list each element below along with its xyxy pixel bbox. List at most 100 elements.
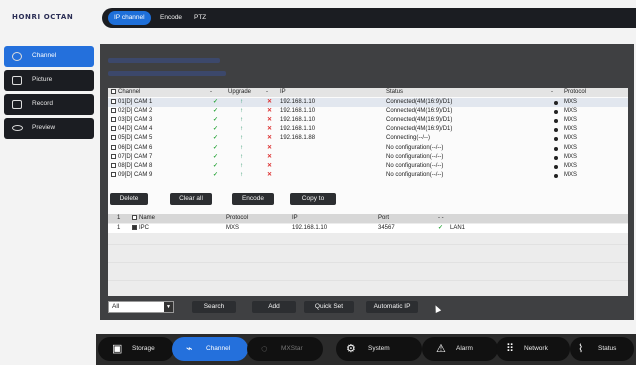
storage-icon: ▣ [112, 343, 123, 355]
channel-name: 03[D] CAM 3 [118, 117, 153, 124]
delete-button[interactable]: Delete [110, 193, 148, 205]
row-checkbox[interactable] [111, 108, 116, 114]
channel-icon: ⌁ [186, 343, 193, 355]
copy-to-button[interactable]: Copy to [290, 193, 336, 205]
table-row[interactable]: 09[D] CAM 9 ✓ ↑ ✕ No configuration(--/--) MXS [108, 171, 628, 180]
table-row[interactable]: 1 IPC MXS 192.168.1.10 34567 ✓ LAN1 [108, 224, 628, 234]
nav-network[interactable]: ⠿ Network [496, 337, 570, 361]
channel-icon [12, 52, 22, 61]
row-checkbox[interactable] [111, 99, 116, 104]
channel-name: 05[D] CAM 5 [118, 135, 153, 142]
upgrade-arrow-icon[interactable]: ↑ [240, 134, 243, 143]
tab-ip-channel[interactable]: IP channel [108, 11, 151, 25]
col-dash: - [551, 89, 553, 95]
channel-name: 07[D] CAM 7 [118, 153, 153, 160]
check-icon[interactable]: ✓ [213, 171, 218, 180]
row-checkbox[interactable] [111, 117, 116, 123]
table-row[interactable]: 02[D] CAM 2 ✓ ↑ ✕ 192.168.1.10 Connected(4M(1… [108, 107, 628, 116]
col-channel: Channel [118, 89, 141, 95]
channel-protocol: MXS [564, 135, 578, 142]
sidebar-item-picture[interactable]: Picture [4, 70, 94, 91]
delete-x-icon[interactable]: ✕ [267, 98, 272, 107]
quick-set-button[interactable]: Quick Set [304, 301, 354, 313]
upgrade-arrow-icon[interactable]: ↑ [240, 107, 243, 116]
channel-status: No configuration(--/--) [386, 171, 444, 178]
table-row[interactable]: 07[D] CAM 7 ✓ ↑ ✕ No configuration(--/--) MXS [108, 153, 628, 162]
sidebar-item-preview[interactable]: Preview [4, 118, 94, 139]
table-row[interactable]: 08[D] CAM 8 ✓ ↑ ✕ No configuration(--/--) MXS [108, 162, 628, 171]
sidebar-item-record[interactable]: Record [4, 94, 94, 115]
nav-mxstar[interactable]: ◌ MXStar [247, 337, 323, 361]
delete-x-icon[interactable]: ✕ [267, 107, 272, 116]
automatic-ip-button[interactable]: Automatic IP [366, 301, 418, 313]
nav-status[interactable]: ⌇ Status [570, 337, 634, 361]
upgrade-arrow-icon[interactable]: ↑ [240, 116, 243, 125]
col-ip: IP [280, 89, 286, 95]
device-num: 1 [117, 225, 121, 231]
row-checkbox[interactable] [111, 126, 116, 132]
upgrade-arrow-icon[interactable]: ↑ [240, 125, 243, 134]
row-checkbox[interactable] [111, 153, 116, 159]
channel-protocol: MXS [564, 144, 578, 151]
delete-x-icon[interactable]: ✕ [267, 162, 272, 171]
tab-ptz[interactable]: PTZ [188, 11, 212, 25]
blurred-header-line [108, 71, 226, 76]
channel-status: No configuration(--/--) [386, 162, 444, 169]
table-row[interactable]: 04[D] CAM 4 ✓ ↑ ✕ 192.168.1.10 Connected(4M(1… [108, 125, 628, 134]
channel-name: 02[D] CAM 2 [118, 108, 153, 115]
channel-status: Connected(4M(16:9)/D1) [386, 99, 453, 105]
row-checkbox[interactable] [132, 225, 137, 230]
nav-storage[interactable]: ▣ Storage [98, 337, 174, 361]
table-row[interactable]: 01[D] CAM 1 ✓ ↑ ✕ 192.168.1.10 Connected(4M(1… [108, 98, 628, 108]
upgrade-arrow-icon[interactable]: ↑ [240, 144, 243, 153]
check-icon[interactable]: ✓ [213, 107, 218, 116]
encode-button[interactable]: Encode [232, 193, 274, 205]
add-button[interactable]: Add [252, 301, 296, 313]
sidebar-item-channel[interactable]: Channel [4, 46, 94, 67]
upgrade-arrow-icon[interactable]: ↑ [240, 171, 243, 180]
delete-x-icon[interactable]: ✕ [267, 116, 272, 125]
table-row[interactable]: 03[D] CAM 3 ✓ ↑ ✕ 192.168.1.10 Connected(4M(1… [108, 116, 628, 125]
col-extra: - - [438, 215, 444, 221]
check-icon[interactable]: ✓ [213, 98, 218, 107]
row-checkbox[interactable] [111, 171, 116, 177]
check-icon[interactable]: ✓ [213, 125, 218, 134]
clear-all-button[interactable]: Clear all [170, 193, 212, 205]
filter-select[interactable]: All ▼ [108, 301, 174, 313]
select-all-devices-checkbox[interactable] [132, 215, 137, 220]
delete-x-icon[interactable]: ✕ [267, 153, 272, 162]
delete-x-icon[interactable]: ✕ [267, 171, 272, 180]
nav-label: Network [524, 345, 548, 352]
check-icon[interactable]: ✓ [213, 116, 218, 125]
nav-system[interactable]: ⚙ System [336, 337, 422, 361]
chevron-down-icon[interactable]: ▼ [164, 302, 173, 312]
check-icon[interactable]: ✓ [213, 153, 218, 162]
row-checkbox[interactable] [111, 162, 116, 168]
delete-x-icon[interactable]: ✕ [267, 144, 272, 153]
upgrade-arrow-icon[interactable]: ↑ [240, 98, 243, 107]
table-row[interactable]: 05[D] CAM 5 ✓ ↑ ✕ 192.168.1.88 Connecting(--/… [108, 134, 628, 143]
row-checkbox[interactable] [111, 144, 116, 150]
check-icon[interactable]: ✓ [213, 144, 218, 153]
upgrade-arrow-icon[interactable]: ↑ [240, 162, 243, 171]
check-icon[interactable]: ✓ [213, 162, 218, 171]
channel-status: No configuration(--/--) [386, 144, 444, 151]
mxstar-icon: ◌ [261, 343, 268, 355]
nav-alarm[interactable]: ⚠ Alarm [422, 337, 498, 361]
system-gear-icon: ⚙ [346, 343, 356, 355]
channel-ip: 192.168.1.10 [280, 99, 316, 105]
col-port: Port [378, 215, 390, 221]
delete-x-icon[interactable]: ✕ [267, 125, 272, 134]
search-button[interactable]: Search [192, 301, 236, 313]
check-icon[interactable]: ✓ [213, 134, 218, 143]
col-protocol: Protocol [564, 89, 587, 95]
nav-channel[interactable]: ⌁ Channel [172, 337, 248, 361]
sidebar: Channel Picture Record Preview [4, 46, 94, 142]
delete-x-icon[interactable]: ✕ [267, 134, 272, 143]
upgrade-arrow-icon[interactable]: ↑ [240, 153, 243, 162]
select-all-checkbox[interactable] [111, 89, 116, 94]
tab-encode[interactable]: Encode [154, 11, 188, 25]
row-checkbox[interactable] [111, 135, 116, 141]
table-row[interactable]: 06[D] CAM 6 ✓ ↑ ✕ No configuration(--/--) MXS [108, 144, 628, 153]
channel-table: Channel - Upgrade - IP Status - Protocol… [108, 88, 628, 234]
